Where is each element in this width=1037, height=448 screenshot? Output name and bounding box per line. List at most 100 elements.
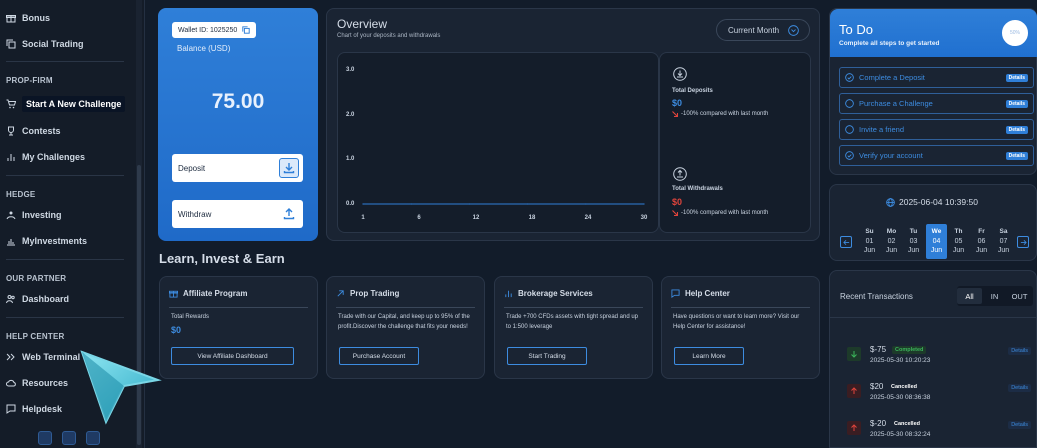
tab-all[interactable]: All [957, 288, 982, 304]
learn-section-title: Learn, Invest & Earn [159, 251, 285, 266]
sidebar-item-social-trading[interactable]: Social Trading [6, 39, 84, 49]
growth-icon [7, 239, 15, 246]
total-deposits-compare: -100% compared with last month [672, 111, 768, 117]
sidebar-item-myinvestments[interactable]: MyInvestments [6, 236, 87, 246]
sidebar-item-start-challenge[interactable]: Start A New Challenge [6, 96, 126, 112]
card-description: Trade +700 CFDs assets with tight spread… [506, 314, 639, 330]
calendar-day[interactable]: Mo 02 Jun [881, 224, 902, 259]
details-link[interactable]: Details [1008, 421, 1031, 429]
sidebar-item-label: Web Terminal [22, 352, 81, 362]
divider [6, 259, 124, 260]
sidebar-item-my-challenges[interactable]: My Challenges [6, 152, 85, 162]
divider [671, 307, 810, 308]
next-week-button[interactable] [1017, 236, 1029, 248]
start-trading-button[interactable]: Start Trading [507, 347, 587, 365]
section-heading-hedge: HEDGE [6, 190, 36, 199]
globe-icon [886, 197, 895, 207]
day-month: Jun [885, 247, 898, 254]
calendar-day[interactable]: Tu 03 Jun [903, 224, 924, 259]
tab-out[interactable]: OUT [1007, 288, 1032, 304]
section-heading-our-partner: OUR PARTNER [6, 274, 67, 283]
status-badge: Cancelled [891, 384, 917, 390]
sidebar-item-investing[interactable]: Investing [6, 210, 62, 220]
deposit-button[interactable]: Deposit [172, 154, 303, 182]
transaction-row[interactable]: $-75 Completed 2025-05-30 10:20:23 Detai… [847, 344, 1033, 374]
cart-icon [6, 99, 16, 109]
day-of-week: We [931, 228, 942, 235]
transaction-date: 2025-05-30 08:32:24 [870, 431, 931, 438]
period-select[interactable]: Current Month [716, 19, 810, 41]
details-badge[interactable]: Details [1005, 100, 1028, 108]
total-rewards-label: Total Rewards [171, 314, 210, 320]
telegram-icon[interactable] [62, 431, 76, 445]
todo-item-verify-account[interactable]: Verify your account Details [839, 145, 1034, 166]
investing-icon [6, 211, 16, 220]
purchase-account-button[interactable]: Purchase Account [339, 347, 419, 365]
withdraw-button[interactable]: Withdraw [172, 200, 303, 228]
sidebar-item-helpdesk[interactable]: Helpdesk [6, 404, 62, 414]
calendar-day[interactable]: Sa 07 Jun [993, 224, 1014, 259]
sidebar-item-label: My Challenges [22, 152, 86, 162]
todo-item-purchase-challenge[interactable]: Purchase a Challenge Details [839, 93, 1034, 114]
transaction-amount: $20 [870, 382, 884, 391]
chat-icon [671, 289, 680, 298]
copy-icon[interactable] [242, 26, 250, 34]
todo-panel: To Do Complete all steps to get started … [829, 8, 1037, 175]
prop-trading-card: Prop Trading Trade with our Capital, and… [326, 276, 485, 379]
overview-chart: 3.0 2.0 1.0 0.0 1 6 12 18 24 30 [337, 52, 659, 233]
details-link[interactable]: Details [1008, 347, 1031, 355]
wallet-id-chip[interactable]: Wallet ID: 1025250 [172, 22, 257, 38]
details-badge[interactable]: Details [1005, 126, 1028, 134]
transaction-row[interactable]: $20 Cancelled 2025-05-30 08:36:38 Detail… [847, 381, 1033, 411]
view-affiliate-dashboard-button[interactable]: View Affiliate Dashboard [171, 347, 294, 365]
transaction-date: 2025-05-30 10:20:23 [870, 357, 931, 364]
wallet-id: Wallet ID: 1025250 [178, 26, 238, 34]
calendar-day[interactable]: Th 05 Jun [948, 224, 969, 259]
users-icon [6, 295, 15, 304]
todo-item-invite-friend[interactable]: Invite a friend Details [839, 119, 1034, 140]
youtube-icon[interactable] [86, 431, 100, 445]
calendar-day[interactable]: Fr 06 Jun [971, 224, 992, 259]
details-link[interactable]: Details [1008, 384, 1031, 392]
day-date: 03 [909, 237, 918, 245]
circle-icon [845, 125, 854, 134]
circle-icon [845, 99, 854, 108]
upload-icon [673, 167, 687, 181]
chevron-down-icon [788, 24, 799, 36]
previous-week-button[interactable] [840, 236, 852, 248]
sidebar-item-resources[interactable]: Resources [6, 378, 68, 388]
todo-header: To Do Complete all steps to get started … [830, 9, 1037, 57]
transaction-amount: $-20 [870, 419, 887, 428]
day-month: Jun [952, 247, 965, 254]
card-title: Help Center [671, 289, 730, 298]
cloud-icon [6, 379, 16, 387]
sidebar-item-web-terminal[interactable]: Web Terminal [6, 352, 80, 362]
todo-item-complete-deposit[interactable]: Complete a Deposit Details [839, 67, 1034, 88]
day-month: Jun [997, 247, 1010, 254]
arrow-up-icon [847, 421, 861, 435]
day-date: 01 [865, 237, 874, 245]
day-of-week: Mo [886, 228, 897, 235]
sidebar-item-contests[interactable]: Contests [6, 126, 61, 136]
sidebar-item-dashboard[interactable]: Dashboard [6, 294, 69, 304]
gift-icon [169, 290, 178, 298]
transaction-row[interactable]: $-20 Cancelled 2025-05-30 08:32:24 Detai… [847, 418, 1033, 448]
arrow-left-icon [842, 239, 849, 245]
details-badge[interactable]: Details [1005, 74, 1028, 82]
sidebar-item-bonus[interactable]: Bonus [6, 13, 50, 23]
brokerage-services-card: Brokerage Services Trade +700 CFDs asset… [494, 276, 653, 379]
chart-data-point [585, 203, 587, 205]
calendar-day[interactable]: Su 01 Jun [859, 224, 880, 259]
chart-data-point [527, 203, 529, 205]
mail-icon[interactable] [38, 431, 52, 445]
calendar-day-selected[interactable]: We 04 Jun [926, 224, 947, 259]
divider [6, 61, 124, 62]
status-badge: Completed [892, 346, 927, 354]
datetime-text: 2025-06-04 10:39:50 [899, 197, 978, 207]
tab-in[interactable]: IN [982, 288, 1007, 304]
chart-data-point [362, 203, 364, 205]
arrow-up-right-icon [337, 290, 344, 297]
card-title-text: Prop Trading [350, 289, 400, 298]
learn-more-button[interactable]: Learn More [674, 347, 744, 365]
details-badge[interactable]: Details [1005, 152, 1028, 160]
